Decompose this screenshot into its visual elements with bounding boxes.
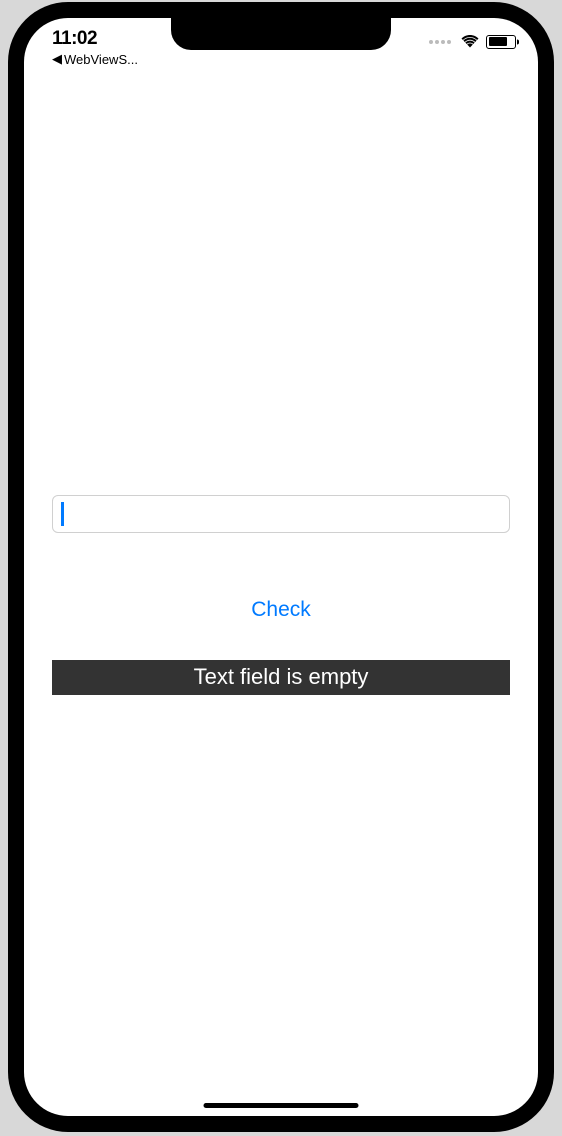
result-label: Text field is empty xyxy=(52,660,510,695)
device-frame: 11:02 ◀ WebViewS... xyxy=(8,2,554,1132)
status-time: 11:02 xyxy=(52,28,97,50)
screen: 11:02 ◀ WebViewS... xyxy=(24,18,538,1116)
back-app-label: WebViewS... xyxy=(64,52,138,67)
text-cursor xyxy=(61,502,64,526)
back-arrow-icon: ◀ xyxy=(52,51,62,67)
cellular-dots-icon xyxy=(429,40,451,44)
wifi-icon xyxy=(460,34,480,49)
check-button[interactable]: Check xyxy=(24,598,538,622)
text-input[interactable] xyxy=(52,495,510,533)
content-area: Check Text field is empty xyxy=(24,18,538,1116)
battery-icon xyxy=(486,35,516,49)
home-indicator[interactable] xyxy=(204,1103,359,1108)
back-to-app-link[interactable]: ◀ WebViewS... xyxy=(52,51,138,67)
notch xyxy=(171,18,391,50)
